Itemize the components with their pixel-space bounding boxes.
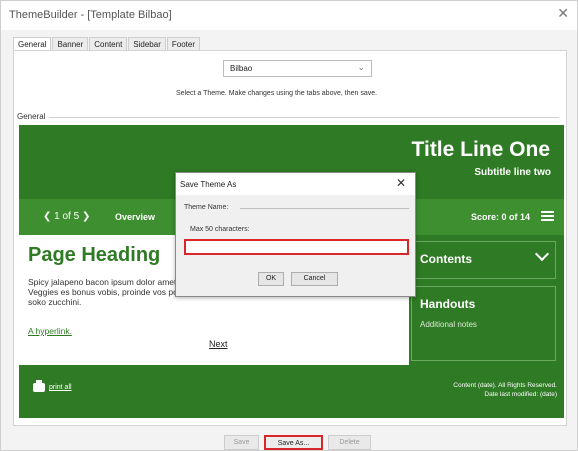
save-as-button[interactable]: Save As... [264,435,323,450]
print-all-label: print all [49,384,72,391]
tab-general[interactable]: General [13,37,52,51]
footer-copyright: Content (date). All Rights Reserved. Dat… [453,381,557,399]
theme-select[interactable]: Bilbao ⌄ [223,60,372,77]
save-button[interactable]: Save [224,435,259,450]
hyperlink: A hyperlink. [28,326,72,336]
print-all: print all [33,380,72,392]
modified-text: Date last modified: (date) [484,391,557,398]
ok-button[interactable]: OK [258,272,284,286]
close-icon[interactable]: ✕ [396,176,406,190]
theme-name-fieldset-label: Theme Name: [184,204,231,211]
dialog-titlebar: Save Theme As ✕ [176,173,415,195]
handouts-panel: Handouts Additional notes [411,286,556,361]
contents-label: Contents [420,252,472,266]
tab-banner[interactable]: Banner [52,37,89,50]
delete-button[interactable]: Delete [328,435,371,450]
tab-strip: General Banner Content Sidebar Footer [13,37,201,51]
banner-title: Title Line One [411,138,550,161]
theme-select-value: Bilbao [230,64,253,73]
themebuilder-window: ThemeBuilder - [Template Bilbao] ✕ Gener… [0,0,578,451]
window-title: ThemeBuilder - [Template Bilbao] [9,9,172,21]
max-characters-label: Max 50 characters: [190,226,250,233]
printer-icon [33,380,45,392]
handouts-notes: Additional notes [420,320,477,329]
group-divider [49,117,559,118]
fieldset-divider [240,208,409,209]
chevron-down-icon: ⌄ [357,63,365,73]
save-theme-dialog: Save Theme As ✕ Theme Name: Max 50 chara… [175,172,416,297]
dialog-title: Save Theme As [180,180,237,189]
preview-sidebar: Contents Handouts Additional notes [411,235,564,365]
overview-link: Overview [115,212,156,222]
menu-icon [541,211,554,221]
page-heading: Page Heading [28,244,161,266]
group-label: General [17,112,49,121]
chevron-down-icon [534,246,550,262]
banner-subtitle: Subtitle line two [474,167,551,178]
contents-panel: Contents [411,241,556,279]
tab-footer[interactable]: Footer [166,37,200,50]
theme-name-input[interactable] [184,239,409,255]
close-icon[interactable]: ✕ [557,6,569,22]
tab-content[interactable]: Content [89,37,128,50]
next-link: Next [209,339,228,349]
page-pager: ❮ 1 of 5 ❯ [43,211,91,222]
rights-text: Content (date). All Rights Reserved. [453,382,557,389]
handouts-label: Handouts [420,297,476,311]
score-label: Score: 0 of 14 [470,212,530,222]
cancel-button[interactable]: Cancel [291,272,338,286]
instruction-text: Select a Theme. Make changes using the t… [176,90,378,97]
tab-sidebar[interactable]: Sidebar [128,37,166,50]
window-titlebar: ThemeBuilder - [Template Bilbao] ✕ [1,1,577,30]
